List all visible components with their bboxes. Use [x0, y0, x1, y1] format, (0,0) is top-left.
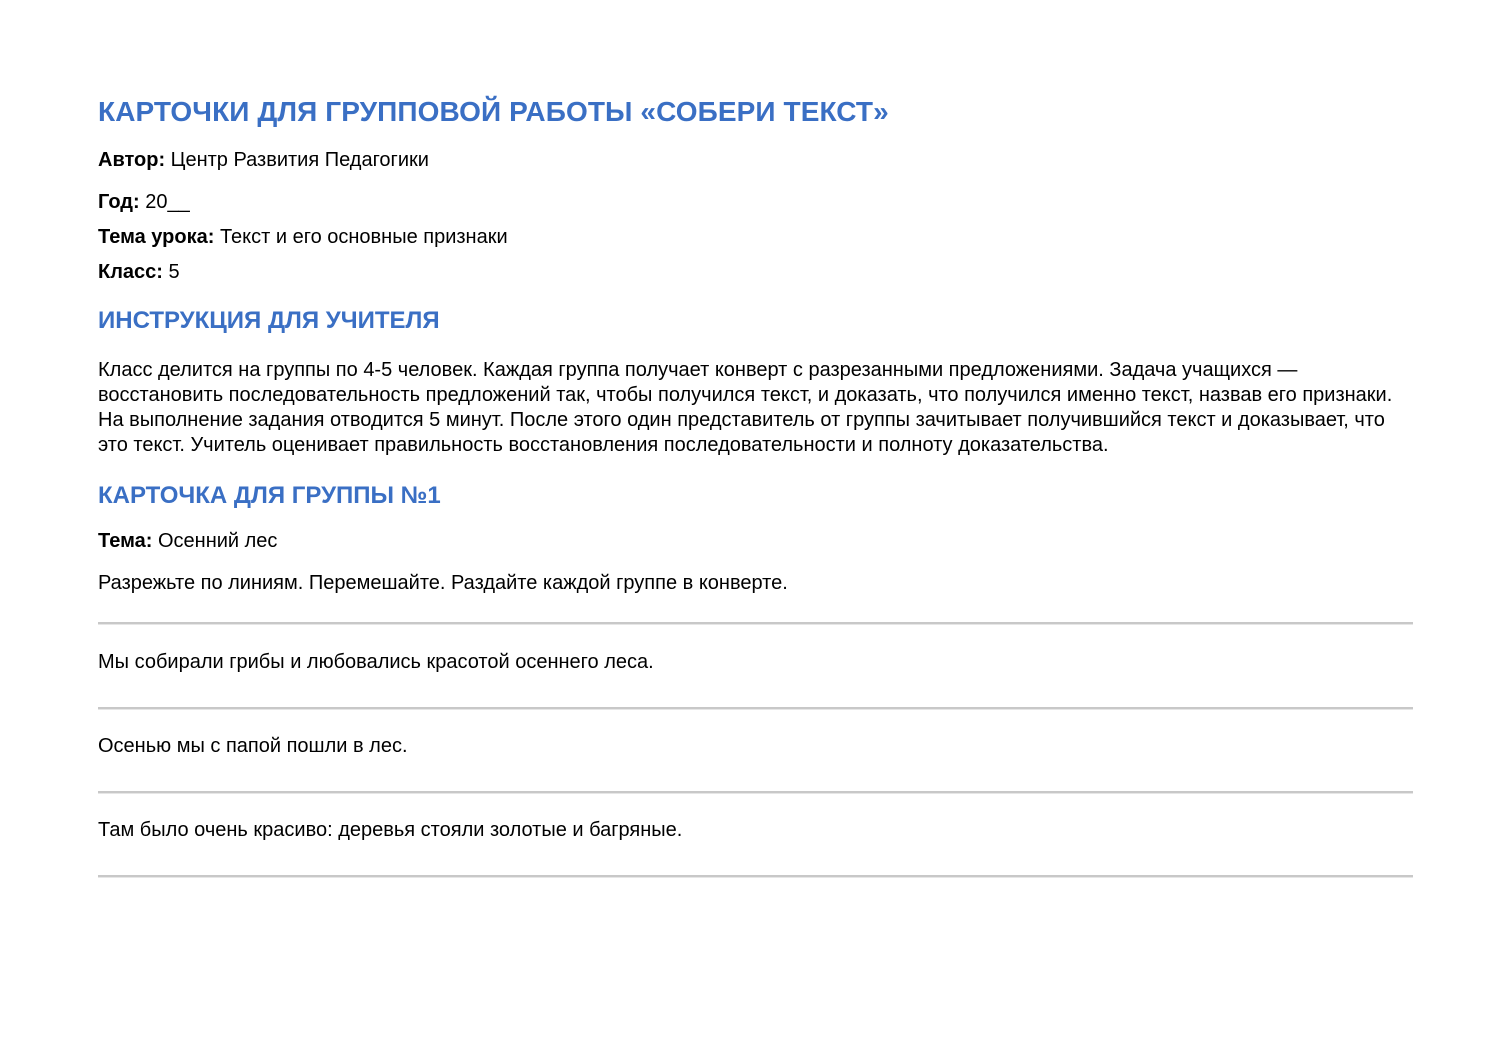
grade-value: 5	[162, 261, 180, 283]
topic-value: Текст и его основные признаки	[214, 226, 508, 248]
sentence-strip: Там было очень красиво: деревья стояли з…	[98, 819, 683, 841]
grade-label: Класс:	[98, 261, 163, 283]
cut-line-divider	[98, 875, 1413, 878]
year-value: 20__	[139, 191, 190, 213]
card-theme-label: Тема:	[98, 530, 153, 552]
author-label: Автор:	[98, 149, 166, 171]
card-theme-line: Тема: Осенний лес	[98, 528, 1413, 554]
author-value: Центр Развития Педагогики	[165, 149, 429, 171]
cut-line-divider	[98, 707, 1413, 710]
grade-line: Класс: 5	[98, 259, 1413, 285]
instruction-heading: ИНСТРУКЦИЯ ДЛЯ УЧИТЕЛЯ	[98, 307, 440, 334]
sentence-strip: Мы собирали грибы и любовались красотой …	[98, 651, 654, 673]
topic-label: Тема урока:	[98, 226, 215, 248]
card-heading: КАРТОЧКА ДЛЯ ГРУППЫ №1	[98, 482, 441, 509]
cut-line-divider	[98, 622, 1413, 625]
author-line: Автор: Центр Развития Педагогики	[98, 147, 1413, 173]
topic-line: Тема урока: Текст и его основные признак…	[98, 224, 1413, 250]
year-label: Год:	[98, 191, 140, 213]
cut-instruction: Разрежьте по линиям. Перемешайте. Раздай…	[98, 572, 788, 594]
cut-line-divider	[98, 791, 1413, 794]
instruction-text: Класс делится на группы по 4-5 человек. …	[98, 359, 1393, 456]
card-theme-value: Осенний лес	[152, 530, 278, 552]
document-page: КАРТОЧКИ ДЛЯ ГРУППОВОЙ РАБОТЫ «СОБЕРИ ТЕ…	[0, 0, 1510, 1041]
year-line: Год: 20__	[98, 189, 1413, 215]
sentence-strip: Осенью мы с папой пошли в лес.	[98, 735, 408, 757]
document-title: КАРТОЧКИ ДЛЯ ГРУППОВОЙ РАБОТЫ «СОБЕРИ ТЕ…	[98, 96, 889, 127]
